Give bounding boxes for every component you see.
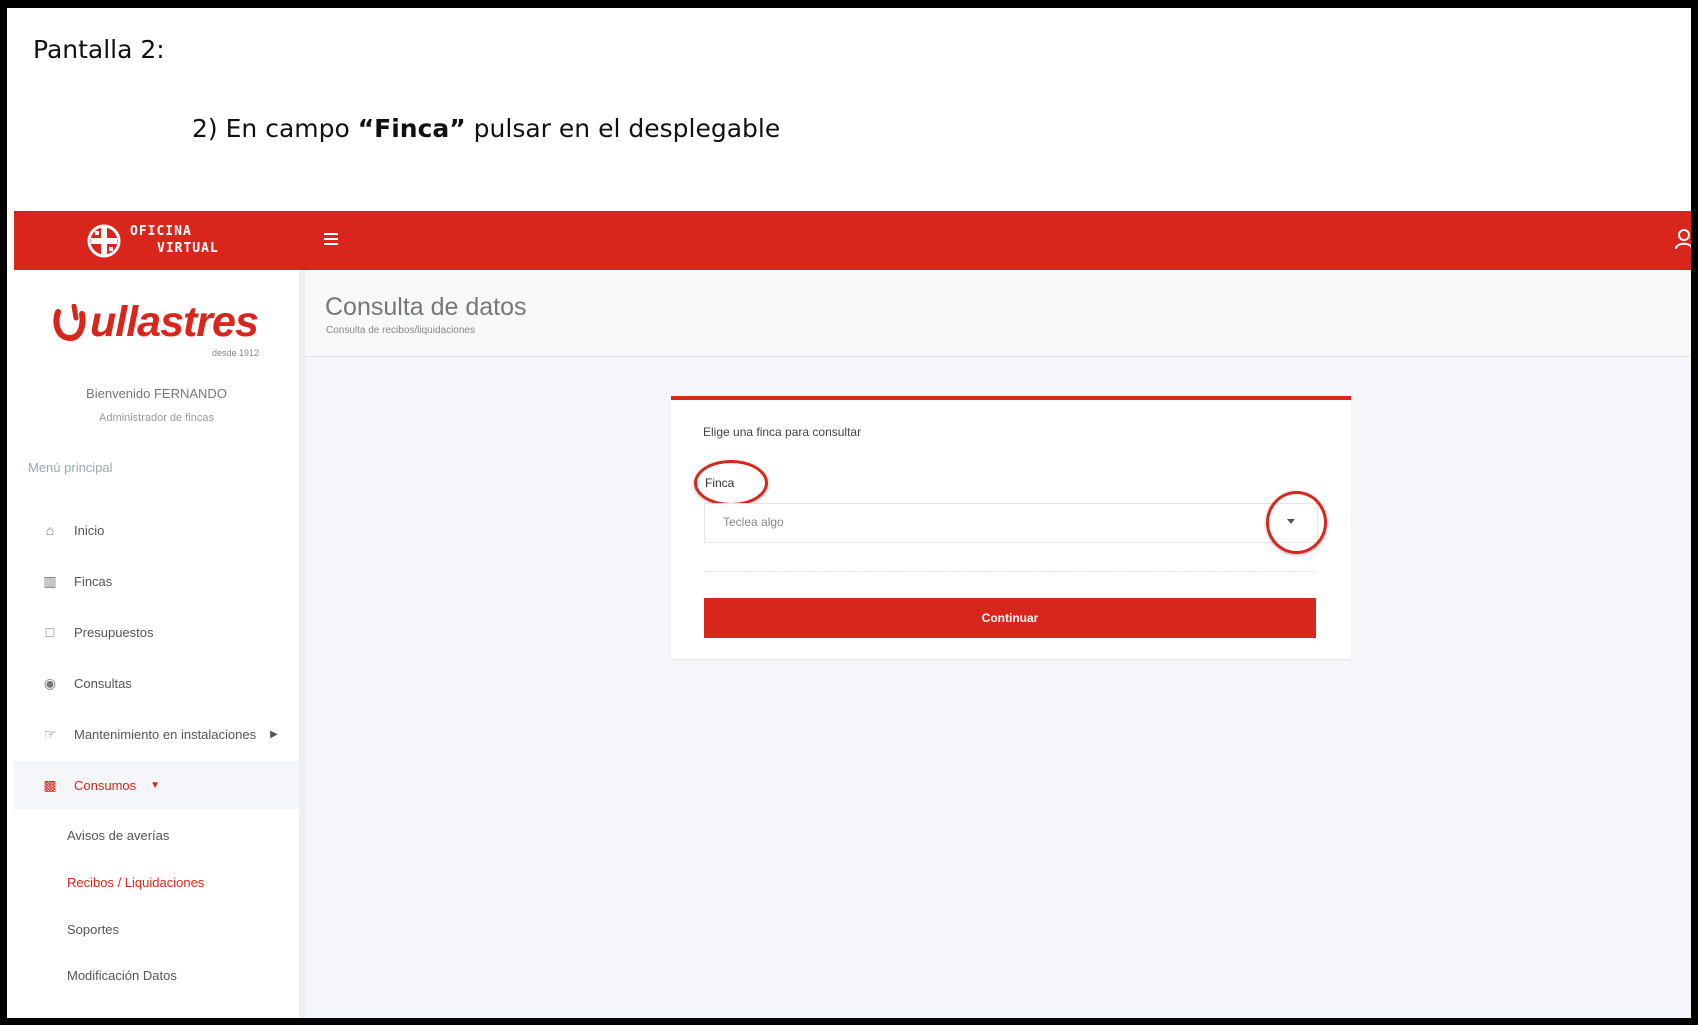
instruction-step-bold: “Finca”: [357, 114, 466, 143]
instruction-step-suffix: pulsar en el desplegable: [465, 114, 781, 143]
finca-select-placeholder: Teclea algo: [723, 515, 784, 529]
instruction-step: 2) En campo “Finca” pulsar en el despleg…: [192, 114, 780, 143]
hamburger-icon[interactable]: [324, 233, 338, 247]
nav-item-label: Consultas: [74, 675, 132, 691]
nav-item-label: Inicio: [74, 522, 105, 538]
building-icon: ▥: [43, 572, 57, 589]
welcome-text: Bienvenido FERNANDO: [86, 386, 227, 401]
subnav-item-soportes[interactable]: Soportes: [67, 922, 119, 937]
divider: [704, 571, 1316, 572]
sidebar: ullastres desde 1912 Bienvenido FERNANDO…: [14, 270, 305, 1018]
subnav-item-modificacion[interactable]: Modificación Datos: [67, 968, 177, 983]
page-title: Consulta de datos: [325, 293, 527, 321]
file-chart-icon: ▩: [43, 776, 57, 793]
nav-item-consumos[interactable]: ▩ Consumos ▼: [14, 761, 299, 809]
home-icon: ⌂: [45, 522, 55, 538]
card-prompt: Elige una finca para consultar: [703, 425, 862, 439]
nav-item-label: Mantenimiento en instalaciones: [74, 726, 257, 742]
menu-title: Menú principal: [28, 460, 113, 475]
app-screenshot: OFICINA VIRTUAL ullastres desde 1912 Bie…: [14, 211, 1691, 1018]
logo-line2: VIRTUAL: [157, 241, 219, 256]
annotation-circle-label: [694, 460, 768, 506]
nav-item-label: Presupuestos: [74, 624, 154, 640]
finca-select[interactable]: Teclea algo: [704, 503, 1318, 543]
logo-line1: OFICINA: [130, 224, 192, 239]
brand-name: ullastres: [90, 298, 259, 346]
brand-since: desde 1912: [212, 348, 260, 358]
subnav-item-recibos[interactable]: Recibos / Liquidaciones: [67, 875, 204, 890]
content-header: Consulta de datos Consulta de recibos/li…: [305, 270, 1691, 357]
document-icon: □: [45, 624, 55, 640]
user-role: Administrador de fincas: [99, 412, 214, 424]
nav-item-inicio[interactable]: ⌂ Inicio: [14, 506, 299, 554]
screen-label: Pantalla 2:: [33, 35, 165, 64]
page-subtitle: Consulta de recibos/liquidaciones: [326, 325, 475, 336]
chevron-right-icon: ▶: [270, 728, 278, 740]
tutorial-frame: Pantalla 2: 2) En campo “Finca” pulsar e…: [7, 8, 1691, 1018]
chevron-down-icon: ▼: [150, 779, 161, 791]
nav-item-label: Consumos: [74, 777, 137, 793]
top-bar: OFICINA VIRTUAL: [14, 211, 1691, 270]
subnav-item-avisos[interactable]: Avisos de averías: [67, 828, 169, 843]
instruction-step-prefix: 2) En campo: [192, 114, 358, 143]
finca-selection-card: Elige una finca para consultar Finca Tec…: [671, 396, 1351, 659]
annotation-circle-dropdown: [1266, 491, 1327, 554]
hand-icon: ☞: [43, 725, 57, 742]
eye-icon: ◉: [43, 674, 57, 691]
nav-item-consultas[interactable]: ◉ Consultas: [14, 659, 299, 707]
continue-button[interactable]: Continuar: [704, 598, 1316, 638]
oficina-virtual-logo[interactable]: OFICINA VIRTUAL: [77, 217, 237, 265]
ullastres-mark-icon: [53, 304, 86, 342]
nav-item-fincas[interactable]: ▥ Fincas: [14, 557, 299, 605]
globe-logo-icon: [87, 224, 121, 258]
user-icon[interactable]: [1674, 227, 1691, 251]
nav-item-label: Fincas: [74, 573, 113, 589]
nav-item-presupuestos[interactable]: □ Presupuestos: [14, 608, 299, 656]
nav-item-mantenimiento[interactable]: ☞ Mantenimiento en instalaciones ▶: [14, 710, 299, 758]
ullastres-logo[interactable]: ullastres desde 1912: [52, 298, 272, 368]
